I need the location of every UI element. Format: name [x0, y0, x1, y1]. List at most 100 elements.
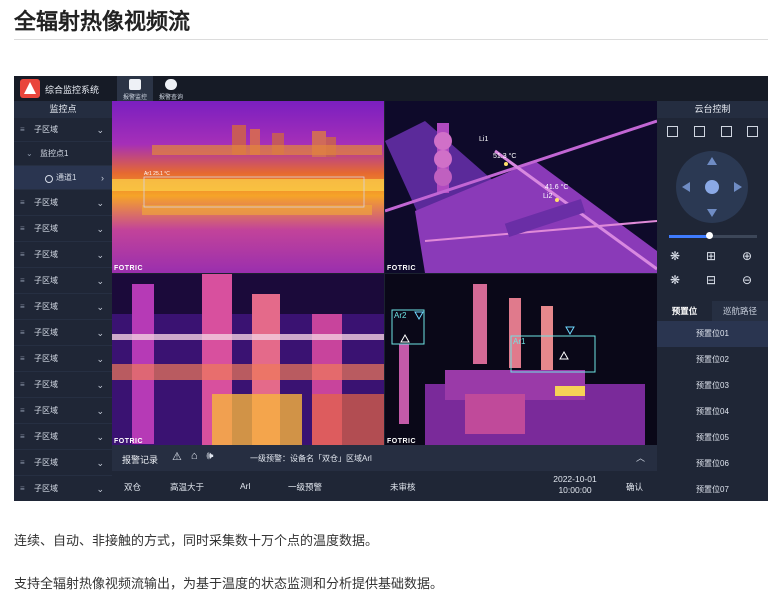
sidebar-item-region[interactable]: ≡ 子区域 ⌄ [14, 476, 112, 501]
alarm-area: Arl [240, 481, 251, 491]
zoom-out-icon[interactable]: ⊖ [739, 273, 755, 287]
sidebar-item-region[interactable]: ≡ 子区域 ⌄ [14, 372, 112, 398]
brand-label: FOTRIC [114, 438, 144, 445]
app-topbar: 综合监控系统 报警监控 报警查询 [14, 76, 768, 101]
tab-presets[interactable]: 预置位 [657, 301, 712, 321]
thermal-video-tile-2[interactable]: Li1 51.3 °C 41.6 °C Li2 FOTRIC [385, 101, 657, 273]
tab-cruise-path[interactable]: 巡航路径 [712, 301, 768, 321]
ptz-center-icon[interactable] [705, 180, 719, 194]
light-icon[interactable]: ❋ [667, 273, 683, 287]
sidebar-item-channel[interactable]: 通道1 › [14, 166, 112, 190]
zoom-in-frame-icon[interactable]: ⊞ [703, 249, 719, 263]
zoom-in-icon[interactable]: ⊕ [739, 249, 755, 263]
clear-icon[interactable]: ⌂ [191, 450, 198, 463]
preset-item[interactable]: 预置位05 [657, 425, 768, 451]
arrow-down-icon[interactable] [707, 209, 717, 217]
description-paragraph-2: 支持全辐射热像视频流输出，为基于温度的状态监测和分析提供基础数据。 [14, 576, 444, 591]
thermal-image-insulators [112, 274, 384, 446]
chevron-right-icon: › [101, 173, 104, 183]
iris-open-icon[interactable] [721, 126, 732, 137]
preset-item[interactable]: 预置位03 [657, 373, 768, 399]
sidebar-item-region[interactable]: ≡ 子区域 ⌄ [14, 424, 112, 450]
monitor-point-sidebar: 监控点 ≡ 子区域 ⌄ ⌄ 监控点1 通道1 › ≡ 子区域 ⌄ ≡ 子区域 ⌄ ≡ 子区域 ⌄… [14, 101, 112, 501]
sidebar-item-region[interactable]: ≡ 子区域 ⌄ [14, 216, 112, 242]
sidebar-item-region[interactable]: ≡ 子区域 ⌄ [14, 346, 112, 372]
arrow-left-icon[interactable] [682, 182, 690, 192]
chevron-down-icon: ⌄ [96, 250, 104, 260]
nav-alarm-monitor[interactable]: 报警监控 [117, 76, 153, 101]
alarm-title: 报警记录 [122, 455, 159, 465]
sidebar-item-region[interactable]: ≡ 子区域 ⌄ [14, 268, 112, 294]
wiper-icon[interactable]: ❋ [667, 249, 683, 263]
preset-item[interactable]: 预置位06 [657, 451, 768, 477]
nav-alarm-monitor-label: 报警监控 [122, 95, 147, 101]
chevron-down-icon: ⌄ [96, 125, 104, 135]
ptz-direction-pad[interactable] [676, 151, 748, 223]
chevron-down-icon: ⌄ [96, 224, 104, 234]
ptz-speed-slider-knob[interactable] [705, 232, 713, 239]
alarm-record-row[interactable]: 双仓 高温大于 Arl 一级预警 未审核 2022-10-01 10:00:00… [112, 471, 657, 501]
top-nav: 报警监控 报警查询 [117, 76, 189, 101]
speaker-icon[interactable]: 🕪 [207, 450, 214, 463]
preset-item[interactable]: 预置位07 [657, 477, 768, 501]
sidebar-item-region[interactable]: ≡ 子区域 ⌄ [14, 320, 112, 346]
li1-temperature: 51.3 °C [493, 153, 517, 160]
focus-near-icon[interactable] [667, 126, 678, 137]
chevron-down-icon: ⌄ [96, 406, 104, 416]
sidebar-item-region[interactable]: ≡ 子区域 ⌄ [14, 450, 112, 476]
alarm-confirm-button[interactable]: 确认 [626, 481, 643, 493]
preset-tabs: 预置位 巡航路径 [657, 301, 768, 321]
list-icon: ≡ [20, 328, 25, 337]
ptz-header: 云台控制 [657, 101, 768, 118]
sidebar-item-region[interactable]: ≡ 子区域 ⌄ [14, 294, 112, 320]
chevron-up-icon[interactable]: ︿ [636, 451, 645, 464]
region-label: 子区域 [34, 484, 58, 493]
region-label: 子区域 [34, 432, 58, 441]
monitoring-app-window: 综合监控系统 报警监控 报警查询 监控点 ≡ 子区域 ⌄ ⌄ 监控点1 通道1 … [14, 76, 768, 501]
video-grid: Ar1 25.1 °C FOTRIC Li1 51.3 °C 41.6 °C L… [112, 101, 657, 446]
arrow-up-icon[interactable] [707, 157, 717, 165]
preset-item[interactable]: 预置位02 [657, 347, 768, 373]
channel-icon [45, 175, 53, 183]
thermal-video-tile-4[interactable]: Ar2 Ar1 FOTRIC [385, 274, 657, 446]
preset-item[interactable]: 预置位01 [657, 321, 768, 347]
focus-far-icon[interactable] [694, 126, 705, 137]
thermal-video-tile-3[interactable]: FOTRIC [112, 274, 384, 446]
sidebar-item-region[interactable]: ≡ 子区域 ⌄ [14, 398, 112, 424]
li2-label: Li2 [543, 193, 553, 200]
list-icon: ≡ [20, 432, 25, 441]
arrow-right-icon[interactable] [734, 182, 742, 192]
alarm-query-icon [165, 79, 177, 90]
sidebar-item-region[interactable]: ≡ 子区域 ⌄ [14, 242, 112, 268]
list-icon: ≡ [20, 198, 25, 207]
preset-item[interactable]: 预置位04 [657, 399, 768, 425]
warning-icon[interactable]: ⚠ [172, 450, 182, 463]
li2-temperature: 41.6 °C [545, 184, 569, 191]
sidebar-item-region[interactable]: ≡ 子区域 ⌄ [14, 190, 112, 216]
list-icon: ≡ [20, 380, 25, 389]
ar2-label: Ar2 [394, 311, 407, 320]
iris-close-icon[interactable] [747, 126, 758, 137]
monitor-point-label: 监控点1 [40, 149, 69, 158]
brand-label: FOTRIC [387, 438, 417, 445]
list-icon: ≡ [20, 484, 25, 493]
chevron-down-icon: ⌄ [96, 198, 104, 208]
app-logo-icon [20, 79, 40, 98]
alarm-level: 一级预警 [288, 482, 323, 492]
li1-label: Li1 [479, 136, 489, 143]
nav-alarm-query[interactable]: 报警查询 [153, 76, 189, 101]
zoom-out-frame-icon[interactable]: ⊟ [703, 273, 719, 287]
region-label: 子区域 [34, 354, 58, 363]
thermal-video-tile-1[interactable]: Ar1 25.1 °C FOTRIC [112, 101, 384, 273]
chevron-down-icon: ⌄ [96, 328, 104, 338]
alarm-date: 2022-10-01 [553, 474, 597, 484]
svg-text:Ar1 25.1 °C: Ar1 25.1 °C [144, 171, 170, 177]
region-label: 子区域 [34, 302, 58, 311]
chevron-down-icon: ⌄ [96, 484, 104, 494]
list-icon: ≡ [20, 406, 25, 415]
region-label: 子区域 [34, 406, 58, 415]
chevron-down-icon: ⌄ [96, 380, 104, 390]
list-icon: ≡ [20, 276, 25, 285]
sidebar-item-monitor-point[interactable]: ⌄ 监控点1 [14, 142, 112, 166]
sidebar-item-region[interactable]: ≡ 子区域 ⌄ [14, 118, 112, 142]
